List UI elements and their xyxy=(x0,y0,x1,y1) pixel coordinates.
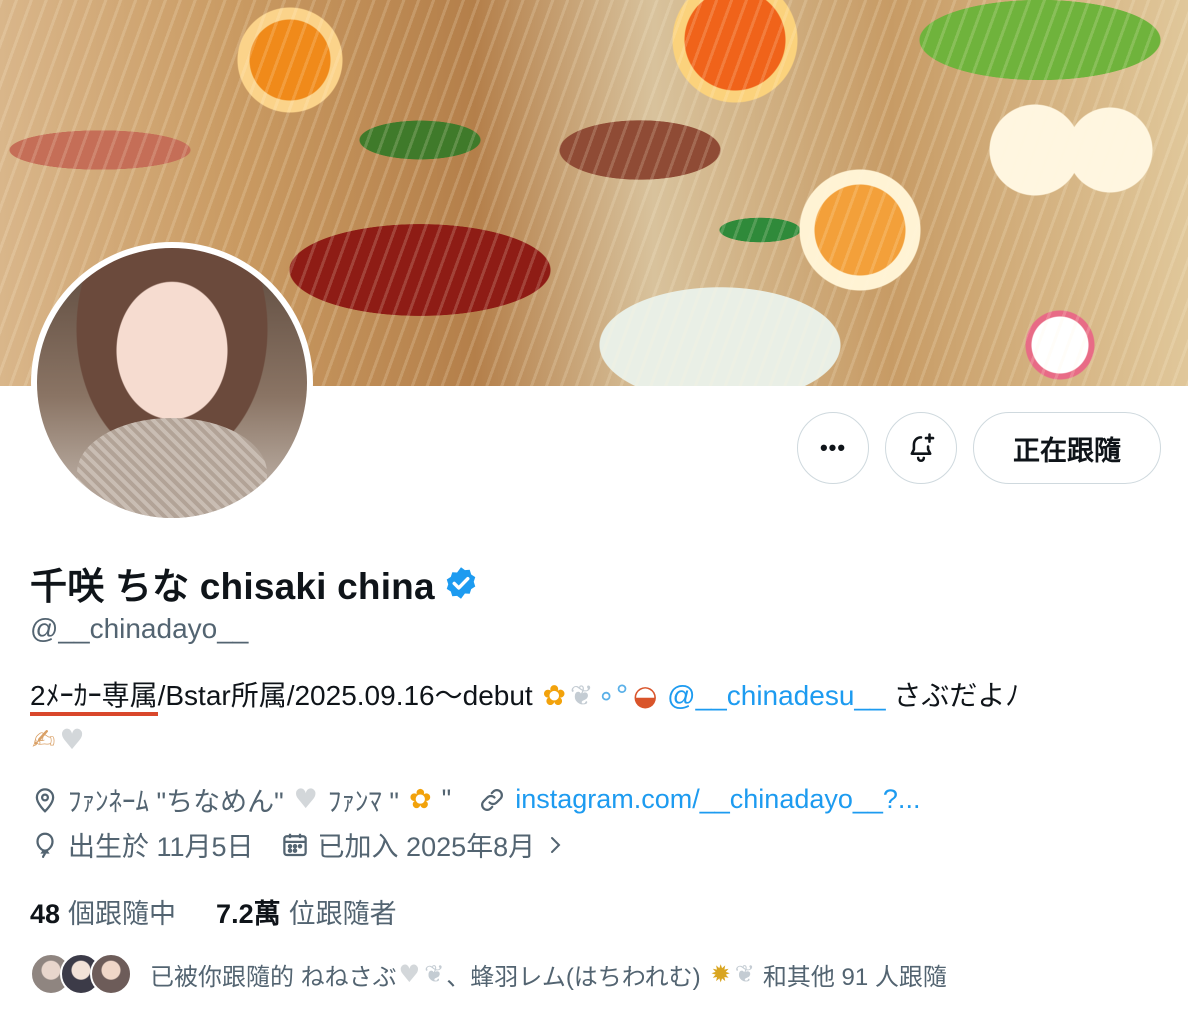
bee-emoji-icon: ✹ xyxy=(710,960,731,988)
joined-text: 已加入 2025年8月 xyxy=(317,832,536,862)
notify-button[interactable] xyxy=(885,412,957,484)
website-link[interactable]: instagram.com/__chinadayo__?... xyxy=(515,784,920,815)
profile-handle: @__chinadayo__ xyxy=(30,613,249,644)
flower-emoji-icon: ✿ xyxy=(408,784,432,815)
profile-avatar[interactable] xyxy=(31,242,313,524)
flower-emoji-icon: ✿ xyxy=(542,679,566,712)
white-heart-emoji-icon: ♥ xyxy=(398,960,421,988)
display-name: 千咲 ちな chisaki china xyxy=(30,566,435,607)
joined-item[interactable]: 已加入 2025年8月 xyxy=(280,825,568,864)
bubbles-emoji-icon: ∘° xyxy=(597,679,629,712)
writing-hand-emoji-icon: ✍ xyxy=(32,723,56,756)
followers-stat[interactable]: 7.2萬 位跟隨者 xyxy=(216,892,397,931)
location-text: ﾌｧﾝﾈｰﾑ "ちなめん" xyxy=(68,787,284,817)
white-heart-emoji-icon: ♥ xyxy=(293,784,318,815)
chevron-right-icon xyxy=(551,836,561,853)
bio-after-mention: さぶだよ xyxy=(893,680,1006,711)
wing-emoji-icon: ❦ xyxy=(734,960,755,988)
followed-by-suffix: 和其他 91 人跟隨 xyxy=(762,963,947,991)
bio-mention-link[interactable]: @__chinadesu__ xyxy=(667,680,885,711)
avatar-photo xyxy=(37,248,307,518)
bio-underlined-text: 2ﾒｰｶｰ専属 xyxy=(30,680,158,716)
calendar-icon xyxy=(282,833,307,856)
more-icon: ••• xyxy=(819,435,847,460)
followed-by-middle: 、蜂羽レム(はちわれむ) xyxy=(446,963,701,991)
website-item[interactable]: instagram.com/__chinadayo__?... xyxy=(477,784,920,815)
wing-emoji-icon: ❦ xyxy=(424,960,445,988)
avatar xyxy=(90,953,132,995)
balloon-icon xyxy=(36,832,54,858)
profile-bio: 2ﾒｰｶｰ専属/Bstar所属/2025.09.16〜debut ✿ ❦ ∘° ◒ @… xyxy=(30,674,1160,762)
link-icon xyxy=(481,788,504,811)
name-row: 千咲 ちな chisaki china xyxy=(30,556,479,610)
bio-signature: ﾉ xyxy=(1005,680,1020,711)
bell-plus-icon xyxy=(910,433,935,462)
white-heart-emoji-icon: ♥ xyxy=(59,723,85,756)
meta-line-2: 出生於 11月5日 已加入 2025年8月 xyxy=(30,825,593,864)
wing-emoji-icon: ❦ xyxy=(569,679,594,712)
verified-badge-icon[interactable] xyxy=(443,565,479,601)
ramen-emoji-icon: ◒ xyxy=(632,679,658,712)
location-item: ﾌｧﾝﾈｰﾑ "ちなめん" ♥ ﾌｧﾝﾏ " ✿ " xyxy=(30,780,451,819)
following-stat[interactable]: 48 個跟隨中 xyxy=(30,892,176,931)
birthday-item: 出生於 11月5日 xyxy=(30,825,254,864)
followed-by-avatars xyxy=(30,953,140,995)
followers-label: 位跟隨者 xyxy=(288,899,397,929)
following-label: 個跟隨中 xyxy=(68,899,177,929)
birthday-text: 出生於 11月5日 xyxy=(68,832,254,862)
location-pin-icon xyxy=(35,787,55,813)
location-text-3: " xyxy=(441,784,452,814)
followed-by[interactable]: 已被你跟隨的 ねねさぶ ♥ ❦ 、蜂羽レム(はちわれむ) ✹ ❦ 和其他 91 人跟… xyxy=(30,953,947,995)
followers-count: 7.2萬 xyxy=(216,899,281,929)
bio-text: /Bstar所属/2025.09.16〜debut xyxy=(157,680,533,711)
following-count: 48 xyxy=(30,899,61,929)
following-button[interactable]: 正在跟隨 xyxy=(973,412,1161,484)
more-button[interactable]: ••• xyxy=(797,412,869,484)
location-text-2: ﾌｧﾝﾏ " xyxy=(327,787,399,817)
followed-by-prefix: 已被你跟隨的 ねねさぶ xyxy=(150,963,397,991)
meta-line-1: ﾌｧﾝﾈｰﾑ "ちなめん" ♥ ﾌｧﾝﾏ " ✿ " instagram.com/_… xyxy=(30,780,946,819)
follow-stats: 48 個跟隨中 7.2萬 位跟隨者 xyxy=(30,892,397,931)
